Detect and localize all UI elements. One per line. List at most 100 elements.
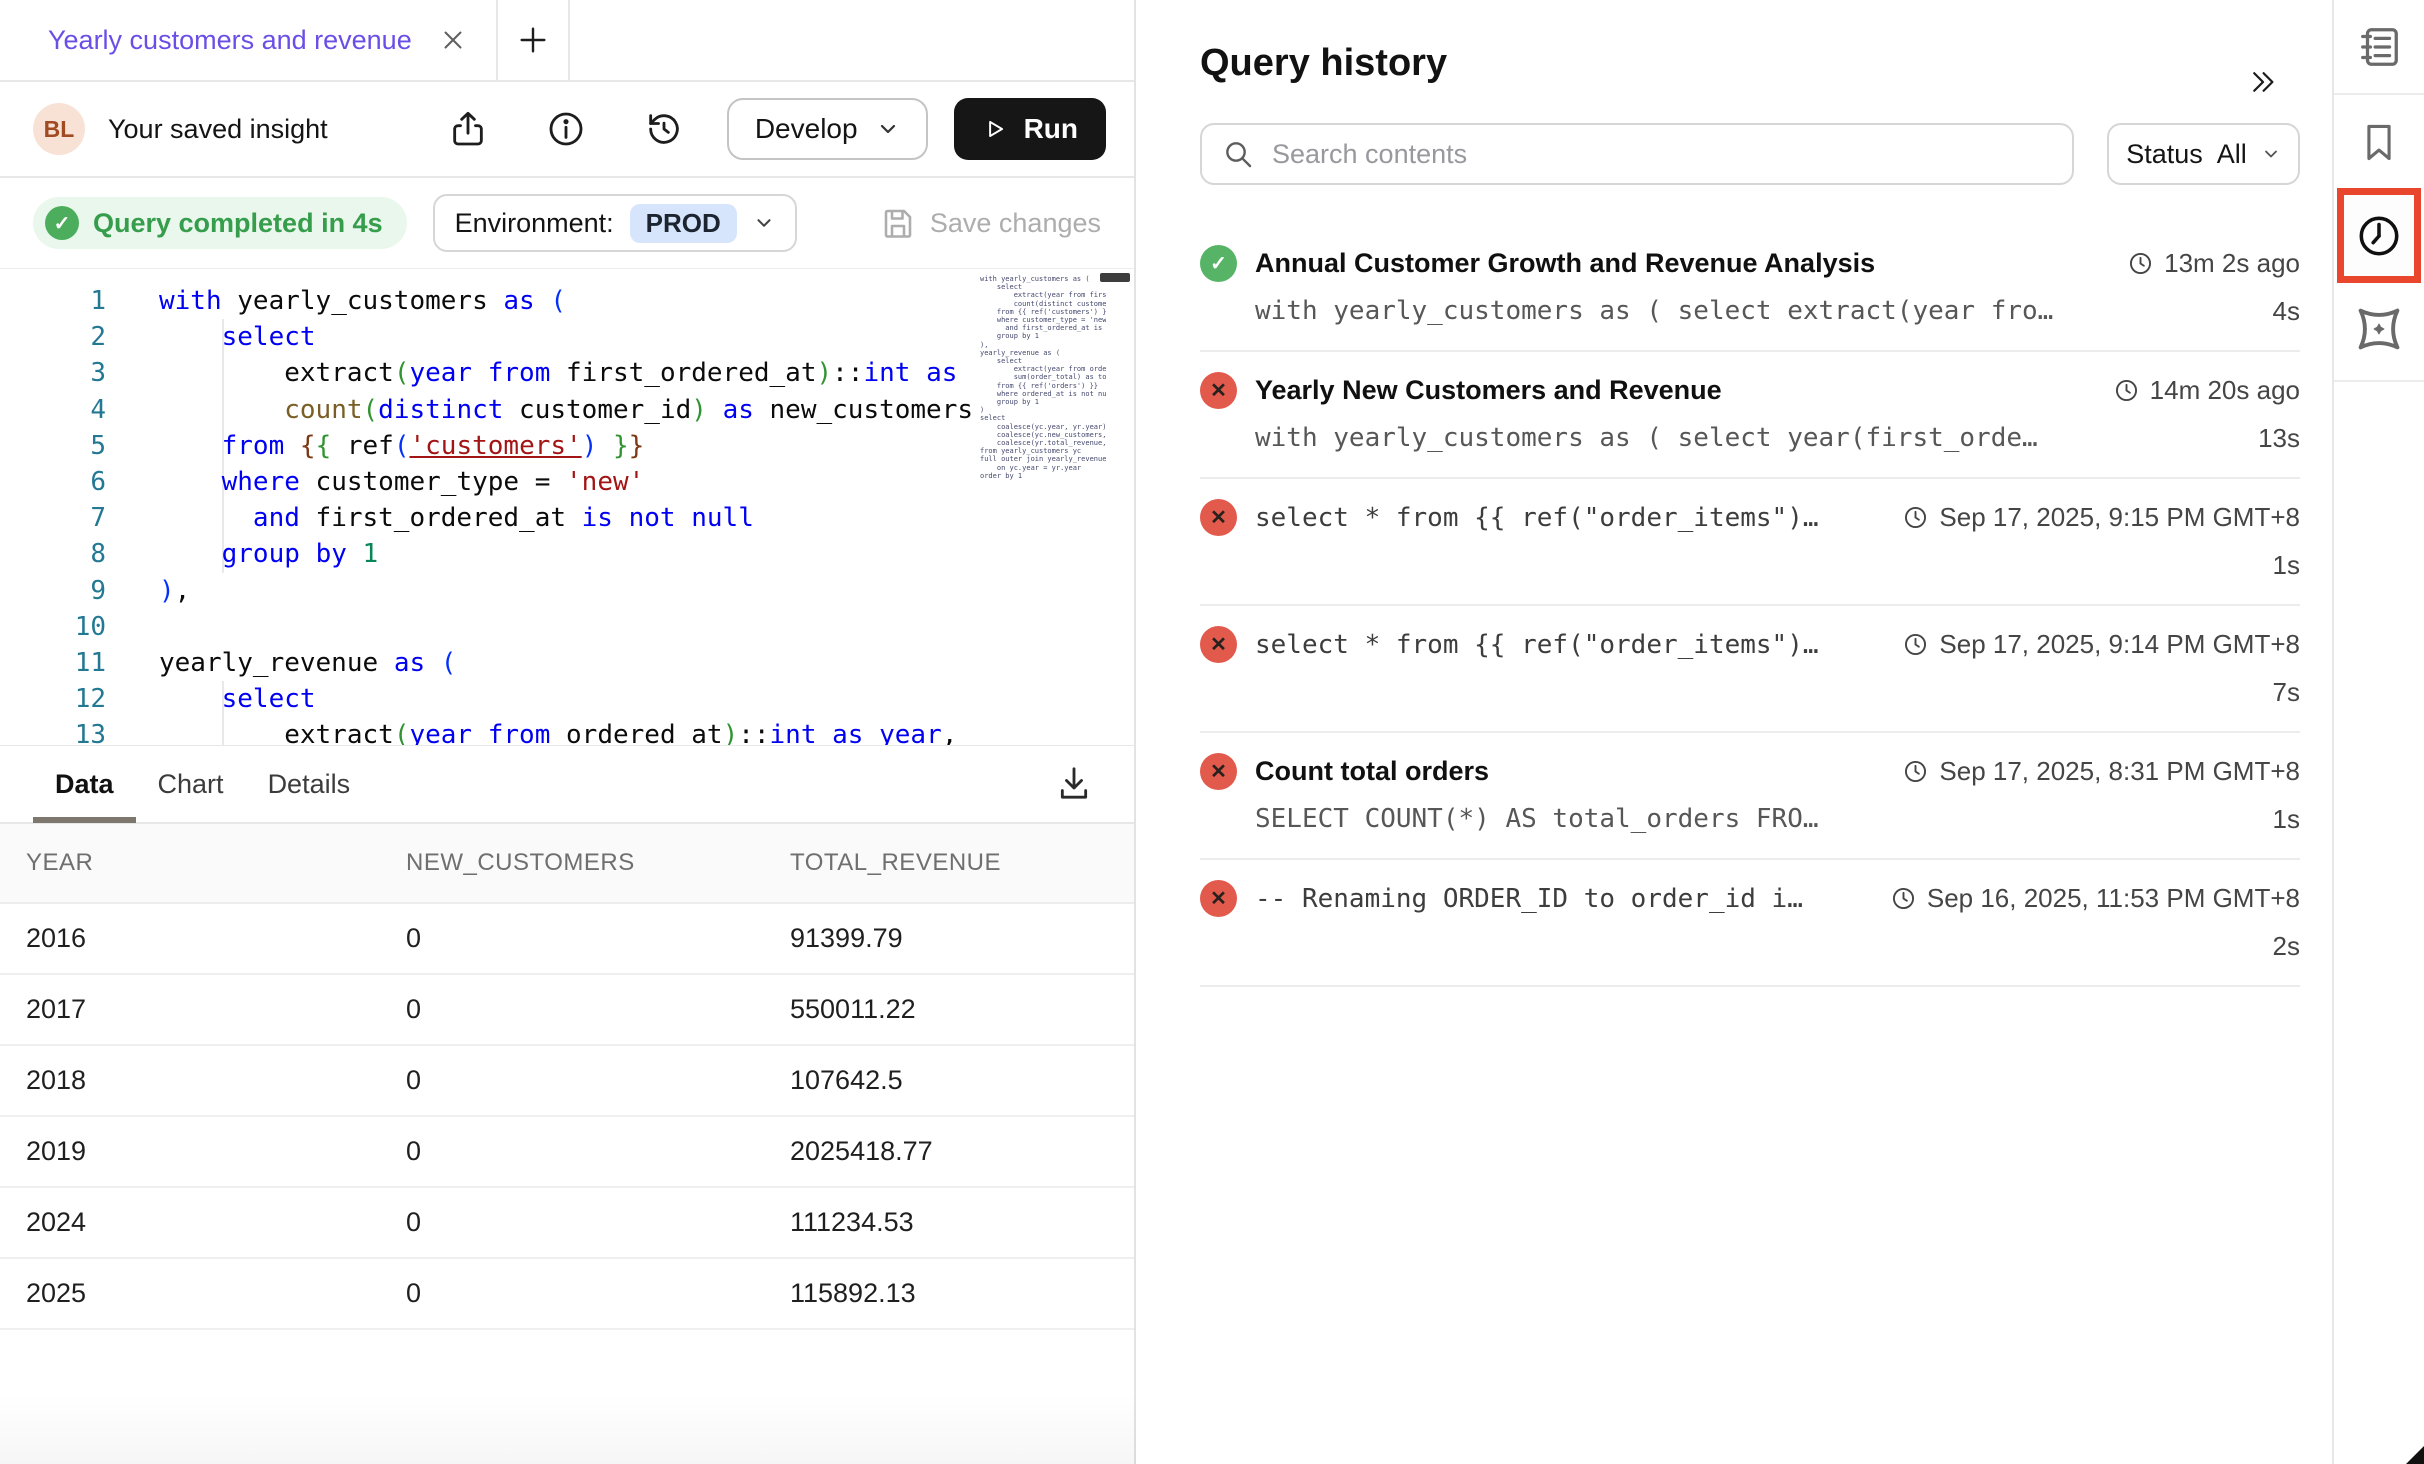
history-item-time: Sep 16, 2025, 11:53 PM GMT+8 [1890, 883, 2300, 914]
result-tab-data[interactable]: Data [33, 745, 136, 823]
history-item-duration: 1s [2273, 804, 2300, 835]
environment-select[interactable]: Environment: PROD [433, 194, 797, 252]
history-item-query-preview: SELECT COUNT(*) AS total_orders FRO… [1255, 804, 2253, 834]
table-row[interactable]: 201902025418.77 [0, 1117, 1134, 1188]
develop-button[interactable]: Develop [727, 98, 928, 160]
download-button[interactable] [1052, 762, 1096, 806]
develop-label: Develop [755, 113, 858, 145]
history-item-duration: 1s [2273, 550, 2300, 581]
history-item[interactable]: ✕Count total ordersSep 17, 2025, 8:31 PM… [1200, 733, 2300, 860]
clock-icon [1902, 758, 1929, 785]
table-cell: 2017 [26, 994, 406, 1025]
bookmark-icon [2357, 120, 2401, 164]
history-item-detail: 2s [1255, 929, 2300, 963]
new-tab-button[interactable] [498, 0, 570, 80]
info-icon [546, 109, 586, 149]
status-filter-value: All [2217, 139, 2247, 170]
history-item[interactable]: ✕-- Renaming ORDER_ID to order_id i…Sep … [1200, 860, 2300, 987]
double-chevron-right-icon [2248, 67, 2278, 97]
status-row: ✓ Query completed in 4s Environment: PRO… [0, 178, 1134, 268]
share-icon [448, 109, 488, 149]
clock-icon [1902, 631, 1929, 658]
clock-icon [1890, 885, 1917, 912]
history-item-title: Yearly New Customers and Revenue [1255, 375, 2089, 406]
search-input[interactable] [1272, 139, 2052, 170]
history-item-main: ✕-- Renaming ORDER_ID to order_id i…Sep … [1200, 880, 2300, 917]
query-logs-button[interactable] [2356, 24, 2402, 70]
line-number: 1 [0, 283, 150, 319]
result-tab-details[interactable]: Details [246, 745, 373, 823]
table-row[interactable]: 20250115892.13 [0, 1259, 1134, 1330]
query-history-button[interactable] [2354, 211, 2404, 261]
search-box[interactable] [1200, 123, 2074, 185]
code-line: and first_ordered_at is not null [159, 500, 974, 536]
bookmarks-button[interactable] [2357, 120, 2401, 164]
history-item-title: -- Renaming ORDER_ID to order_id i… [1255, 884, 1866, 914]
window-resize-corner [2406, 1446, 2424, 1464]
history-item-main: ✓Annual Customer Growth and Revenue Anal… [1200, 245, 2300, 282]
line-number: 10 [0, 609, 150, 645]
column-header: YEAR [26, 849, 406, 877]
line-number: 13 [0, 717, 150, 746]
x-circle-icon: ✕ [1200, 626, 1237, 663]
table-row[interactable]: 20180107642.5 [0, 1046, 1134, 1117]
table-cell: 0 [406, 1136, 790, 1167]
code-content[interactable]: with yearly_customers as ( select extrac… [159, 283, 974, 746]
clock-icon [2113, 377, 2140, 404]
history-item-title: Count total orders [1255, 756, 1878, 787]
overview-ruler-marker [1100, 273, 1130, 282]
chevron-down-icon [753, 212, 775, 234]
history-item-main: ✕select * from {{ ref("order_items")…Sep… [1200, 499, 2300, 536]
table-cell: 2018 [26, 1065, 406, 1096]
strip-divider [2334, 93, 2424, 95]
page-title: Query history [1200, 42, 2310, 85]
compass-spark-icon [2353, 303, 2405, 355]
save-changes-button[interactable]: Save changes [880, 205, 1101, 241]
plus-icon [516, 23, 550, 57]
app-window: Yearly customers and revenue BL Your sav… [0, 0, 2424, 1464]
x-circle-icon: ✕ [1200, 372, 1237, 409]
column-header: NEW_CUSTOMERS [406, 849, 790, 877]
table-cell: 0 [406, 923, 790, 954]
close-icon[interactable] [438, 25, 468, 55]
info-button[interactable] [543, 106, 589, 152]
code-line: from {{ ref('customers') }} [159, 428, 974, 464]
run-button[interactable]: Run [954, 98, 1106, 160]
share-button[interactable] [445, 106, 491, 152]
table-row[interactable]: 20170550011.22 [0, 975, 1134, 1046]
line-number: 9 [0, 573, 150, 609]
history-item-query-preview: with yearly_customers as ( select extrac… [1255, 296, 2253, 326]
explore-button[interactable] [2353, 303, 2405, 355]
collapse-panel-button[interactable] [2246, 66, 2280, 100]
table-cell: 2016 [26, 923, 406, 954]
table-row[interactable]: 20240111234.53 [0, 1188, 1134, 1259]
sql-editor[interactable]: 12345678910111213 with yearly_customers … [0, 268, 1134, 746]
editor-minimap[interactable]: with yearly_customers as ( select extrac… [980, 275, 1106, 545]
x-circle-icon: ✕ [1200, 753, 1237, 790]
history-item-duration: 13s [2258, 423, 2300, 454]
result-tab-chart[interactable]: Chart [136, 745, 246, 823]
history-item[interactable]: ✕select * from {{ ref("order_items")…Sep… [1200, 479, 2300, 606]
check-circle-icon: ✓ [1200, 245, 1237, 282]
history-item[interactable]: ✕Yearly New Customers and Revenue14m 20s… [1200, 352, 2300, 479]
history-item-duration: 7s [2273, 677, 2300, 708]
avatar: BL [33, 103, 85, 155]
save-icon [880, 205, 916, 241]
table-cell: 550011.22 [790, 994, 1134, 1025]
history-item-query-preview: with yearly_customers as ( select year(f… [1255, 423, 2238, 453]
line-number: 3 [0, 355, 150, 391]
environment-label: Environment: [455, 208, 614, 239]
status-filter-dropdown[interactable]: Status All [2107, 123, 2300, 185]
history-item[interactable]: ✕select * from {{ ref("order_items")…Sep… [1200, 606, 2300, 733]
notebook-icon [2356, 24, 2402, 70]
history-item[interactable]: ✓Annual Customer Growth and Revenue Anal… [1200, 225, 2300, 352]
table-row[interactable]: 2016091399.79 [0, 904, 1134, 975]
environment-value-badge: PROD [630, 204, 737, 243]
right-icon-strip [2332, 0, 2424, 1464]
tab-yearly-customers[interactable]: Yearly customers and revenue [0, 0, 498, 80]
table-cell: 2025418.77 [790, 1136, 1134, 1167]
line-number: 5 [0, 428, 150, 464]
column-header: TOTAL_REVENUE [790, 849, 1134, 877]
history-item-detail: with yearly_customers as ( select extrac… [1255, 294, 2300, 328]
version-history-button[interactable] [641, 106, 687, 152]
